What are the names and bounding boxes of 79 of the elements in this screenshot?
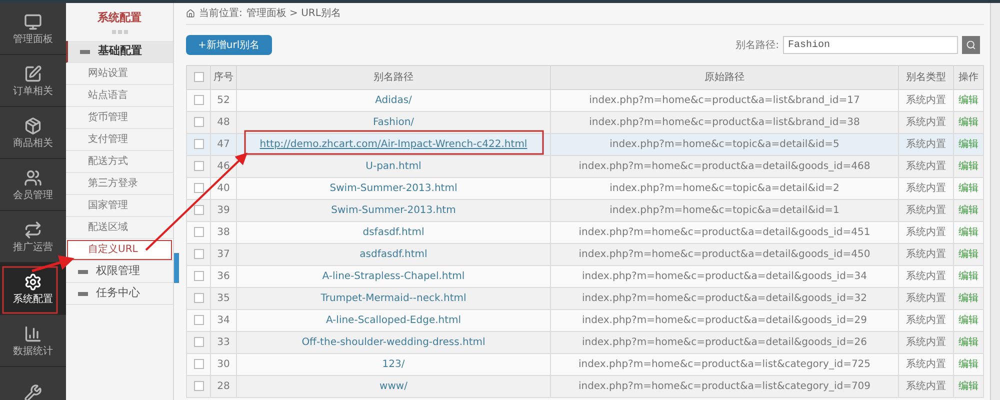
arrow bbox=[32, 255, 74, 272]
sidebar-item[interactable]: 系统配置 bbox=[0, 263, 66, 315]
edit-icon bbox=[24, 64, 42, 82]
checkbox[interactable] bbox=[194, 271, 204, 282]
table-row[interactable]: 48 Fashion/ index.php?m=home&c=product&a=list&brand_id=38 系统内置 编辑 bbox=[186, 112, 984, 134]
table-row[interactable]: 33 Off-the-shoulder-wedding-dress.html index.php?m=home&c=product&a=detail&goods_id=26 系统内置 编辑 bbox=[186, 332, 984, 354]
dots-icon bbox=[112, 30, 128, 34]
alias-link[interactable]: asdfasdf.html bbox=[360, 249, 428, 260]
alias-link[interactable]: 123/ bbox=[382, 359, 405, 370]
alias-link[interactable]: www/ bbox=[380, 381, 408, 392]
alias-link[interactable]: dsfasdf.html bbox=[362, 227, 424, 238]
nav-item[interactable]: 货币管理 bbox=[66, 107, 173, 129]
checkbox[interactable] bbox=[194, 161, 204, 172]
search-label: 别名路径: bbox=[736, 38, 779, 52]
bar-icon bbox=[78, 292, 88, 296]
column-header: 别名路径 bbox=[236, 66, 550, 90]
repeat-icon bbox=[24, 220, 42, 238]
nav-item[interactable]: 支付管理 bbox=[66, 129, 173, 151]
checkbox[interactable] bbox=[194, 95, 204, 106]
checkbox[interactable] bbox=[194, 293, 204, 304]
highlight-frame bbox=[2, 266, 58, 314]
table-cell: index.php?m=home&c=product&a=list&category_id=709 bbox=[550, 376, 898, 398]
nav-item[interactable]: 国家管理 bbox=[66, 195, 173, 217]
search-icon bbox=[966, 40, 976, 50]
alias-link[interactable]: U-pan.html bbox=[366, 161, 422, 172]
table-row[interactable]: 36 A-line-Strapless-Chapel.html index.php?m=home&c=product&a=detail&goods_id=34 系统内置 编辑 bbox=[186, 266, 984, 288]
table-row[interactable]: 35 Trumpet-Mermaid--neck.html index.php?m=home&c=product&a=detail&goods_id=32 系统内置 编辑 bbox=[186, 288, 984, 310]
nav-group[interactable]: 基础配置 bbox=[66, 41, 173, 63]
alias-link[interactable]: Adidas/ bbox=[375, 95, 412, 106]
checkbox[interactable] bbox=[194, 249, 204, 260]
collapse-handle[interactable] bbox=[174, 253, 179, 283]
monitor-icon bbox=[24, 12, 42, 30]
box-icon bbox=[24, 116, 42, 134]
table-row[interactable]: 46 U-pan.html index.php?m=home&c=product&a=detail&goods_id=468 系统内置 编辑 bbox=[186, 156, 984, 178]
scrollbar[interactable] bbox=[990, 3, 1000, 400]
bar-chart-icon bbox=[24, 324, 42, 342]
nav-item[interactable]: 自定义URL bbox=[66, 239, 173, 261]
checkbox[interactable] bbox=[194, 139, 204, 150]
table-row[interactable]: 39 Swim-Summer-2013.htm index.php?m=home&c=topic&a=detail&id=1 系统内置 编辑 bbox=[186, 200, 984, 222]
table-row[interactable]: 34 A-line-Scalloped-Edge.html index.php?m=home&c=product&a=detail&goods_id=29 系统内置 编辑 bbox=[186, 310, 984, 332]
nav-item[interactable]: 站点语言 bbox=[66, 85, 173, 107]
breadcrumb-label: 当前位置: bbox=[199, 6, 242, 21]
search-button[interactable] bbox=[962, 36, 980, 54]
nav-item[interactable]: 第三方登录 bbox=[66, 173, 173, 195]
settings-icon bbox=[24, 272, 42, 290]
bar-icon bbox=[80, 50, 90, 54]
table-cell: 系统内置 bbox=[898, 376, 954, 398]
table-cell: 28 bbox=[210, 376, 236, 398]
checkbox[interactable] bbox=[194, 381, 204, 392]
nav-group[interactable]: 任务中心 bbox=[66, 283, 173, 305]
table-row[interactable]: 37 asdfasdf.html index.php?m=home&c=product&a=detail&goods_id=450 系统内置 编辑 bbox=[186, 244, 984, 266]
search-field[interactable]: Fashion bbox=[783, 36, 958, 54]
breadcrumb: 管理面板 > URL别名 bbox=[246, 6, 341, 21]
alias-link[interactable]: Fashion/ bbox=[372, 117, 414, 128]
checkbox[interactable] bbox=[194, 315, 204, 326]
column-header: 原始路径 bbox=[550, 66, 898, 90]
checkbox[interactable] bbox=[194, 227, 204, 238]
checkbox[interactable] bbox=[194, 117, 204, 128]
nav-item[interactable]: 配送方式 bbox=[66, 151, 173, 173]
panel-title: 系统配置 bbox=[98, 10, 142, 26]
nav-item[interactable]: 网站设置 bbox=[66, 63, 173, 85]
tools-icon bbox=[24, 384, 42, 400]
checkbox[interactable] bbox=[194, 205, 204, 216]
table-row[interactable]: 38 dsfasdf.html index.php?m=home&c=product&a=detail&goods_id=451 系统内置 编辑 bbox=[186, 222, 984, 244]
checkbox[interactable] bbox=[194, 359, 204, 370]
table-row[interactable]: 28 www/ index.php?m=home&c=product&a=list&category_id=709 系统内置 编辑 bbox=[186, 376, 984, 398]
add-alias-button[interactable]: +新增url别名 bbox=[186, 35, 272, 55]
bar-icon bbox=[78, 270, 88, 274]
checkbox[interactable] bbox=[194, 183, 204, 194]
nav-group[interactable]: 权限管理 bbox=[66, 261, 173, 283]
table-row[interactable]: 52 Adidas/ index.php?m=home&c=product&a=list&brand_id=17 系统内置 编辑 bbox=[186, 90, 984, 112]
checkbox[interactable] bbox=[194, 337, 204, 348]
checkbox[interactable] bbox=[194, 72, 204, 82]
alias-link[interactable]: Swim-Summer-2013.htm bbox=[331, 205, 456, 216]
table-row[interactable]: 47 http://demo.zhcart.com/Air-Impact-Wrench-c422.html index.php?m=home&c=topic&a=detail&id=5 系统内置 编辑 bbox=[186, 134, 984, 156]
table-row[interactable]: 30 123/ index.php?m=home&c=product&a=list&category_id=725 系统内置 编辑 bbox=[186, 354, 984, 376]
home-icon bbox=[186, 9, 195, 18]
table-row[interactable]: 40 Swim-Summer-2013.html index.php?m=home&c=topic&a=detail&id=2 系统内置 编辑 bbox=[186, 178, 984, 200]
people-icon bbox=[24, 168, 42, 186]
